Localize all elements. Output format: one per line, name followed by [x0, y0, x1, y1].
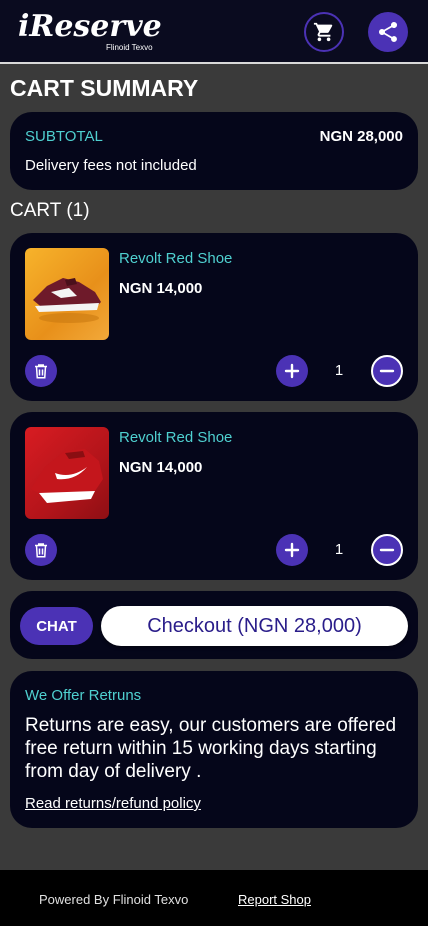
sneaker-image-icon	[31, 449, 103, 503]
powered-by-text: Powered By Flinoid Texvo	[39, 892, 189, 907]
plus-icon	[284, 363, 300, 379]
item-name[interactable]: Revolt Red Shoe	[119, 429, 232, 446]
chat-button[interactable]: CHAT	[20, 607, 93, 645]
decrease-quantity-button[interactable]	[371, 355, 403, 387]
logo-subtitle: Flinoid Texvo	[106, 43, 153, 52]
refund-policy-link[interactable]: Read returns/refund policy	[25, 795, 201, 812]
item-name[interactable]: Revolt Red Shoe	[119, 250, 232, 267]
cart-icon	[313, 22, 333, 42]
product-image[interactable]	[25, 427, 109, 519]
quantity-value: 1	[334, 541, 344, 558]
sneaker-image-icon	[33, 278, 101, 323]
trash-icon	[35, 543, 47, 558]
cart-item: Revolt Red Shoe NGN 14,000 1	[10, 412, 418, 580]
cart-button[interactable]	[304, 12, 344, 52]
page-title: CART SUMMARY	[10, 75, 199, 101]
increase-quantity-button[interactable]	[276, 355, 308, 387]
quantity-value: 1	[334, 362, 344, 379]
item-price: NGN 14,000	[119, 459, 203, 476]
summary-card: SUBTOTAL NGN 28,000 Delivery fees not in…	[10, 112, 418, 190]
increase-quantity-button[interactable]	[276, 534, 308, 566]
logo[interactable]: iReserve Flinoid Texvo	[18, 9, 162, 57]
subtotal-label: SUBTOTAL	[25, 128, 103, 145]
footer: Powered By Flinoid Texvo Report Shop	[0, 870, 428, 926]
trash-icon	[35, 364, 47, 379]
product-image[interactable]	[25, 248, 109, 340]
top-bar: iReserve Flinoid Texvo	[0, 0, 428, 64]
share-button[interactable]	[368, 12, 408, 52]
checkout-button[interactable]: Checkout (NGN 28,000)	[101, 606, 408, 646]
returns-body: Returns are easy, our customers are offe…	[25, 715, 397, 782]
cart-title: CART (1)	[10, 200, 90, 221]
cart-item: Revolt Red Shoe NGN 14,000 1	[10, 233, 418, 401]
decrease-quantity-button[interactable]	[371, 534, 403, 566]
share-icon	[378, 21, 398, 42]
checkout-bar: CHAT Checkout (NGN 28,000)	[10, 591, 418, 659]
minus-icon	[379, 548, 395, 552]
delete-item-button[interactable]	[25, 355, 57, 387]
subtotal-value: NGN 28,000	[319, 128, 403, 145]
minus-icon	[379, 369, 395, 373]
delete-item-button[interactable]	[25, 534, 57, 566]
returns-card: We Offer Retruns Returns are easy, our c…	[10, 671, 418, 828]
item-price: NGN 14,000	[119, 280, 203, 297]
logo-text: iReserve	[18, 9, 162, 44]
report-shop-link[interactable]: Report Shop	[238, 892, 311, 907]
plus-icon	[284, 542, 300, 558]
returns-title: We Offer Retruns	[25, 687, 142, 704]
delivery-note: Delivery fees not included	[25, 157, 197, 174]
